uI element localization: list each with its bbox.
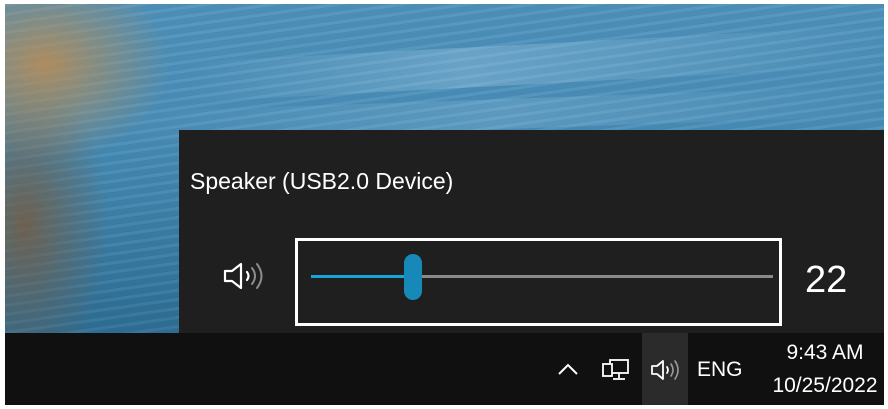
volume-slider-track[interactable] — [311, 254, 773, 300]
clock-date: 10/25/2022 — [772, 374, 878, 397]
taskbar: ENG 9:43 AM 10/25/2022 — [5, 333, 884, 405]
volume-slider-thumb[interactable] — [403, 254, 422, 300]
clock-time: 9:43 AM — [786, 341, 864, 364]
network-icon[interactable] — [601, 357, 631, 383]
volume-value: 22 — [805, 259, 848, 301]
volume-slider-fill — [311, 275, 413, 278]
screenshot-frame: Speaker (USB2.0 Device) 22 ENG 9:43 AM 1… — [0, 0, 888, 409]
volume-flyout: Speaker (USB2.0 Device) 22 — [179, 130, 884, 333]
language-indicator[interactable]: ENG — [697, 357, 743, 383]
volume-slider[interactable] — [295, 238, 782, 326]
chevron-up-icon[interactable] — [556, 359, 580, 379]
tray-volume-button[interactable] — [642, 333, 688, 405]
audio-device-name[interactable]: Speaker (USB2.0 Device) — [190, 166, 453, 196]
speaker-volume-icon — [649, 359, 683, 381]
taskbar-clock[interactable]: 9:43 AM 10/25/2022 — [763, 339, 887, 401]
speaker-volume-icon[interactable] — [221, 261, 273, 291]
